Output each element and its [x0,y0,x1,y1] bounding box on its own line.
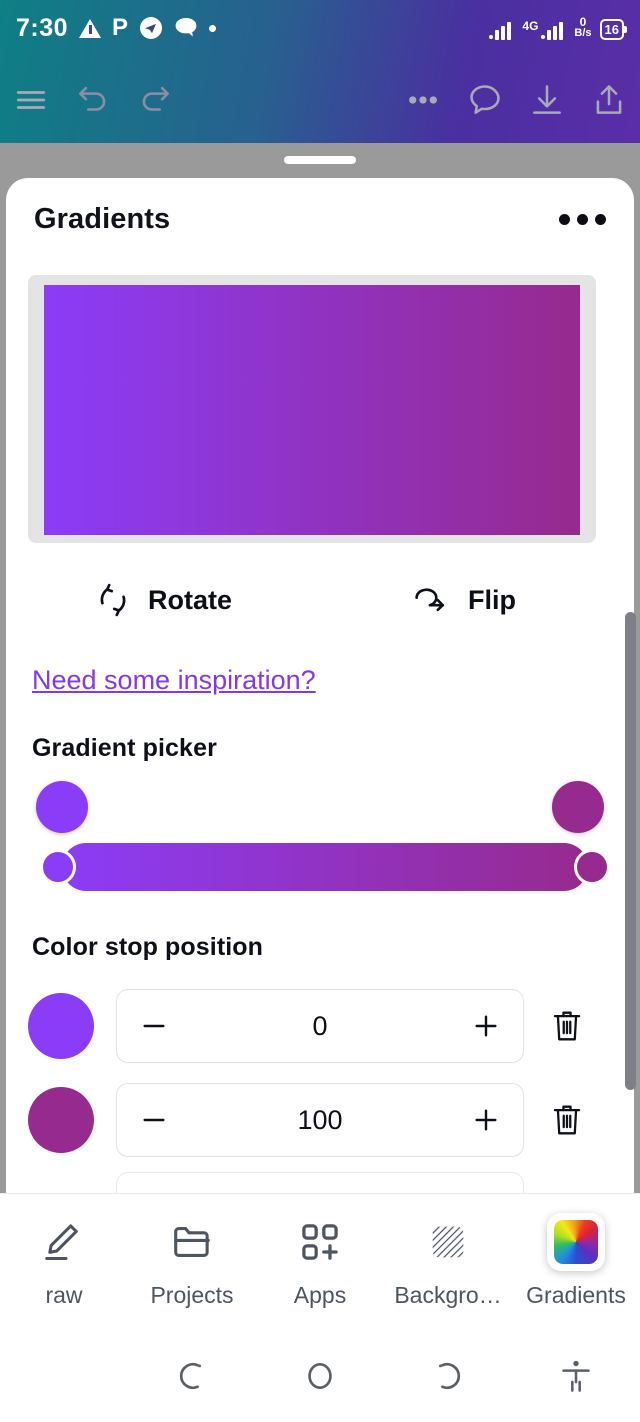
rotate-label: Rotate [148,584,233,615]
gradient-stop-swatch-right[interactable] [552,781,604,833]
battery-indicator: 16 [599,19,628,40]
tab-apps[interactable]: Apps [256,1194,384,1331]
increment-button[interactable] [449,1084,523,1156]
color-stop-rows: 0 100 [28,984,612,1193]
page-title: Gradients [34,203,171,235]
flip-icon [415,588,445,612]
vertical-scrollbar[interactable] [625,612,636,1090]
phone-screen: 7:30 P 4G 0 B/s 16 Gradients Rotate Flip… [0,0,640,1422]
pen-draw-icon [41,1216,87,1268]
sheet-drag-handle[interactable] [284,156,356,164]
trash-icon [553,1105,581,1135]
data-rate-indicator: 0 B/s [574,16,591,39]
tab-gradients[interactable]: Gradients [512,1194,640,1331]
tab-label: Backgro… [394,1282,502,1308]
telegram-icon [140,17,163,39]
recents-icon[interactable] [384,1357,512,1395]
app-header: 7:30 P 4G 0 B/s 16 [0,0,640,143]
color-stop-swatch[interactable] [28,1087,94,1153]
network-generation-label: 4G [522,19,539,33]
android-navigation-bar [0,1330,640,1422]
undo-icon[interactable] [62,69,124,131]
bottom-tab-bar: raw Projects Apps Backgro… Gradients [0,1193,640,1330]
plus-icon [475,1109,497,1131]
flip-label: Flip [468,584,517,615]
tab-draw[interactable]: raw [0,1194,128,1331]
plus-icon [475,1015,497,1037]
gradient-track-wrap [40,843,610,891]
decrement-button[interactable] [117,1084,191,1156]
color-wheel-icon [547,1213,605,1271]
tab-background[interactable]: Backgro… [384,1194,512,1331]
home-circle-icon[interactable] [256,1357,384,1395]
gradient-stop-swatch-left[interactable] [36,781,88,833]
redo-icon[interactable] [124,69,186,131]
tab-label: raw [45,1282,83,1308]
color-stop-row: 100 [28,1078,612,1162]
accessibility-icon[interactable] [512,1357,640,1395]
gradient-picker [28,781,612,895]
hatched-square-icon [425,1216,471,1268]
minus-icon [143,1118,165,1122]
sheet-header: Gradients [6,178,634,261]
folder-icon [169,1216,215,1268]
gradient-preview[interactable] [44,285,580,535]
warning-triangle-icon [79,18,102,38]
hamburger-menu-icon[interactable] [0,69,62,131]
rotate-button[interactable]: Rotate [94,581,232,619]
tab-label: Projects [150,1282,234,1308]
more-options-icon[interactable] [559,214,606,225]
gradient-picker-label: Gradient picker [32,734,217,762]
tab-projects[interactable]: Projects [128,1194,256,1331]
delete-stop-button[interactable] [544,1092,590,1148]
signal-bars-1-icon [489,20,517,40]
delete-stop-button[interactable] [544,998,590,1054]
color-stop-swatch[interactable] [28,993,94,1059]
position-stepper: 0 [116,989,524,1063]
decrement-button[interactable] [117,990,191,1062]
increment-button[interactable] [449,990,523,1062]
p-badge-icon: P [112,14,129,41]
data-rate-unit: B/s [574,27,592,39]
minus-icon [143,1024,165,1028]
sheet-content: Rotate Flip Need some inspiration? Gradi… [6,275,634,1193]
inspiration-link[interactable]: Need some inspiration? [32,665,316,696]
gradient-stop-handle-left[interactable] [40,849,76,885]
share-upload-icon[interactable] [578,69,640,131]
trash-icon [553,1011,581,1041]
comment-bubble-icon[interactable] [454,69,516,131]
next-stop-field-partial[interactable] [116,1172,524,1193]
gradient-track[interactable] [62,843,588,891]
flip-button[interactable]: Flip [412,581,516,619]
gradient-stop-handle-right[interactable] [574,849,610,885]
status-clock: 7:30 [16,13,69,42]
apps-grid-plus-icon [297,1216,343,1268]
editor-toolbar [0,56,640,143]
dot-icon [209,24,217,32]
gradients-bottom-sheet: Gradients Rotate Flip Need some inspirat… [6,178,634,1193]
position-stepper: 100 [116,1083,524,1157]
tab-label: Apps [293,1282,347,1308]
more-horizontal-icon[interactable] [392,69,454,131]
download-icon[interactable] [516,69,578,131]
position-value[interactable]: 100 [191,1105,449,1136]
back-icon[interactable] [128,1357,256,1395]
color-stop-position-label: Color stop position [32,933,264,961]
color-stop-row: 0 [28,984,612,1068]
position-value[interactable]: 0 [191,1011,449,1042]
status-bar: 7:30 P 4G 0 B/s 16 [0,0,640,56]
gradient-preview-frame [28,275,596,543]
rotate-icon [100,583,126,617]
tab-label: Gradients [526,1282,626,1308]
chat-bubble-icon [175,18,197,37]
signal-bars-2-icon [541,20,569,40]
transform-actions: Rotate Flip [28,581,612,619]
